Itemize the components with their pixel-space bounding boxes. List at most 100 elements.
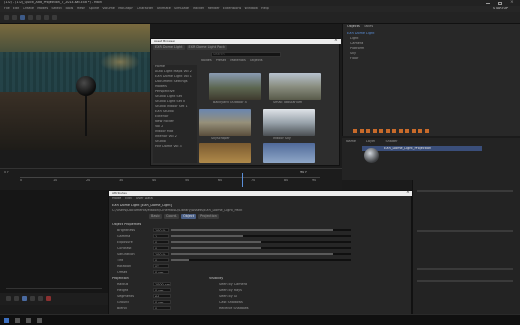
sphere-object[interactable]	[76, 76, 96, 96]
menu-extensions[interactable]: Extensions	[223, 7, 241, 10]
attribute-value[interactable]: 0	[153, 240, 169, 244]
tab-exr-dome-light-pack[interactable]: EXR Dome Light Pack	[186, 45, 227, 50]
attribute-slider[interactable]	[171, 241, 351, 243]
record-icon[interactable]	[46, 296, 51, 301]
attribute-slider[interactable]	[171, 229, 351, 231]
attribute-slider[interactable]	[171, 235, 351, 237]
tab-takes[interactable]: Takes	[364, 25, 373, 28]
attribute-value[interactable]: 1000 cm	[153, 282, 171, 286]
filter-objects[interactable]: Objects	[250, 59, 263, 62]
move-icon[interactable]	[20, 15, 25, 20]
asset-thumbnail[interactable]	[199, 143, 251, 163]
prev-frame-icon[interactable]	[14, 296, 19, 301]
redo-icon[interactable]	[12, 15, 17, 20]
attr-menu-edit[interactable]: Edit	[125, 197, 132, 200]
menu-file[interactable]: File	[4, 7, 10, 10]
menu-simulate[interactable]: Simulate	[174, 7, 189, 10]
asset-thumbnail[interactable]	[263, 109, 315, 136]
section-header[interactable]: Visibility	[209, 277, 223, 280]
tool-icon[interactable]	[418, 129, 422, 133]
render-icon[interactable]	[44, 15, 49, 20]
menu-mesh[interactable]: Mesh	[77, 7, 86, 10]
attribute-slider[interactable]	[171, 247, 351, 249]
scale-icon[interactable]	[28, 15, 33, 20]
tool-icon[interactable]	[424, 129, 429, 133]
filter-nodes[interactable]: Nodes	[201, 59, 212, 62]
attribute-value[interactable]: 100 %	[153, 228, 169, 232]
tool-icon[interactable]	[398, 129, 403, 133]
material-row[interactable]: EXR_Dome_Light_Projection	[362, 146, 482, 151]
filter-preset[interactable]: Preset	[216, 59, 227, 62]
close-icon[interactable]: ×	[510, 0, 514, 6]
attribute-value[interactable]: 0°	[153, 264, 169, 268]
tool-icon[interactable]	[379, 129, 383, 133]
attribute-value[interactable]: 64	[153, 294, 171, 298]
menu-window[interactable]: Window	[244, 7, 257, 10]
tool-icon[interactable]	[366, 129, 370, 133]
menu-select[interactable]: Select	[51, 7, 61, 10]
attributes-close-icon[interactable]: ×	[406, 190, 410, 196]
tool-icon[interactable]	[385, 129, 390, 133]
browser-close-icon[interactable]: ×	[334, 38, 338, 44]
attribute-slider[interactable]	[171, 259, 351, 261]
taskbar-app-icon[interactable]	[26, 318, 31, 323]
attribute-value[interactable]: 100 %	[153, 252, 169, 256]
start-icon[interactable]	[4, 318, 9, 323]
tool-icon[interactable]	[411, 129, 416, 133]
undo-icon[interactable]	[4, 15, 9, 20]
tool-icon[interactable]	[405, 129, 409, 133]
object-row[interactable]: Floor	[347, 57, 375, 62]
material-preview[interactable]	[364, 148, 379, 163]
attribute-value[interactable]: 0 cm	[153, 300, 171, 304]
timeline[interactable]: 0 F 0 10 20 30 40 50 60 70 80 90 90 F	[0, 168, 342, 190]
menu-modes[interactable]: Modes	[37, 7, 48, 10]
attribute-slider[interactable]	[171, 253, 351, 255]
menu-character[interactable]: Character	[137, 7, 154, 10]
attr-tab-basic[interactable]: Basic	[149, 214, 162, 219]
tab-exr-dome-light[interactable]: EXR Dome Light	[153, 45, 185, 50]
attr-tab-projection[interactable]: Projection	[198, 214, 219, 219]
next-frame-icon[interactable]	[30, 296, 35, 301]
attr-menu-userdata[interactable]: User Data	[136, 197, 153, 200]
menu-create[interactable]: Create	[23, 7, 34, 10]
sidebar-item[interactable]: Hdr Dome Vol 3	[153, 145, 197, 150]
attribute-value[interactable]: 0	[153, 306, 171, 310]
section-header[interactable]: Object Properties	[112, 223, 141, 226]
taskbar-app-icon[interactable]	[15, 318, 20, 323]
tool-icon[interactable]	[372, 129, 377, 133]
menu-volume[interactable]: Volume	[102, 7, 115, 10]
last-frame-icon[interactable]	[38, 296, 43, 301]
menu-help[interactable]: Help	[261, 7, 269, 10]
playhead[interactable]	[242, 173, 243, 187]
asset-thumbnail[interactable]	[209, 73, 261, 100]
menu-mograph[interactable]: MoGraph	[118, 7, 133, 10]
menu-edit[interactable]: Edit	[13, 7, 20, 10]
menu-render[interactable]: Render	[208, 7, 220, 10]
menu-animate[interactable]: Animate	[157, 7, 171, 10]
viewport[interactable]	[0, 24, 150, 150]
attr-menu-mode[interactable]: Mode	[112, 197, 121, 200]
layout-label[interactable]: STARTUP	[493, 7, 508, 10]
rotate-icon[interactable]	[36, 15, 41, 20]
attr-tab-object[interactable]: Object	[181, 214, 197, 219]
render-settings-icon[interactable]	[52, 15, 57, 20]
filter-materials[interactable]: Materials	[230, 59, 246, 62]
section-header[interactable]: Projection	[112, 277, 129, 280]
tool-icon[interactable]	[392, 129, 396, 133]
menu-spline[interactable]: Spline	[89, 7, 99, 10]
play-icon[interactable]	[22, 296, 27, 301]
asset-thumbnail[interactable]	[269, 73, 321, 100]
maximize-icon[interactable]	[498, 1, 502, 5]
menu-tools[interactable]: Tools	[65, 7, 73, 10]
menu-tracker[interactable]: Tracker	[192, 7, 204, 10]
timeline-graph[interactable]	[0, 190, 108, 293]
tool-icon[interactable]	[359, 129, 364, 133]
attribute-value[interactable]: 0	[153, 246, 169, 250]
attribute-value[interactable]: 1	[153, 234, 169, 238]
attr-tab-coord[interactable]: Coord.	[163, 214, 180, 219]
taskbar-app-icon[interactable]	[37, 318, 42, 323]
attribute-value[interactable]: 0 cm	[153, 270, 169, 274]
attribute-value[interactable]: 0	[153, 258, 169, 262]
minimize-icon[interactable]	[486, 2, 490, 4]
first-frame-icon[interactable]	[6, 296, 11, 301]
